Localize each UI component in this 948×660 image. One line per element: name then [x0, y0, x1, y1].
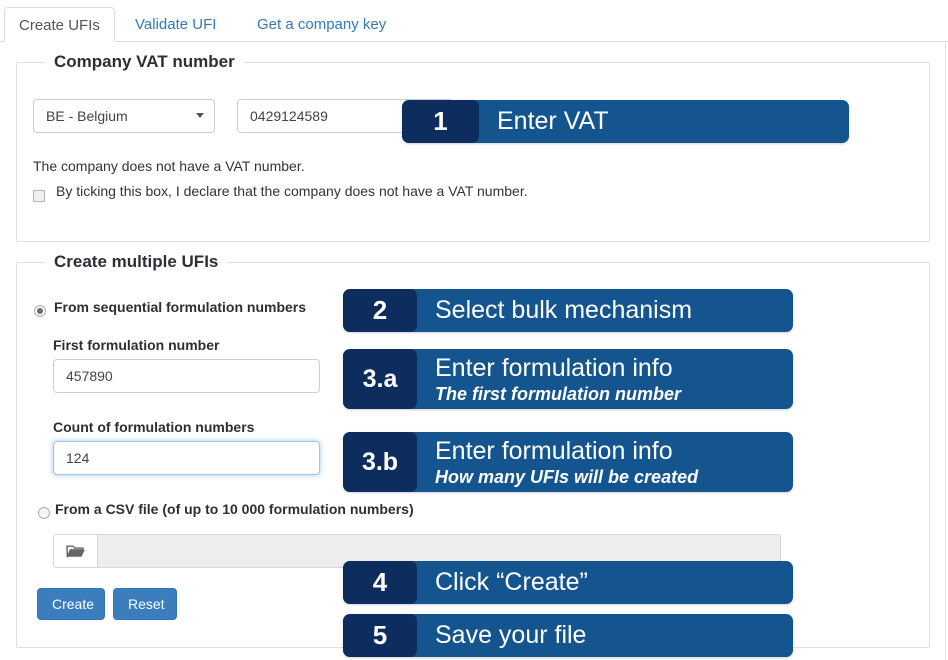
reset-button[interactable]: Reset: [113, 588, 177, 620]
count-formulation-numbers-label: Count of formulation numbers: [53, 419, 255, 435]
first-formulation-number-label: First formulation number: [53, 337, 220, 353]
count-formulation-numbers-input[interactable]: 124: [53, 441, 320, 475]
callout-step-5-body: Save your file: [417, 614, 793, 657]
callout-step-3b-body: Enter formulation info How many UFIs wil…: [417, 432, 793, 492]
tab-bar: Create UFIs Validate UFI Get a company k…: [0, 0, 948, 42]
folder-open-icon: [66, 545, 85, 558]
file-browse-button[interactable]: [54, 535, 98, 567]
radio-from-csv-label: From a CSV file (of up to 10 000 formula…: [55, 501, 414, 517]
callout-step-1: 1 Enter VAT: [402, 100, 849, 143]
callout-step-1-title: Enter VAT: [497, 107, 609, 135]
callout-step-3a-title: Enter formulation info: [435, 353, 673, 382]
callout-step-2-title: Select bulk mechanism: [435, 296, 693, 324]
create-multiple-ufis-legend: Create multiple UFIs: [45, 252, 228, 272]
tab-get-company-key[interactable]: Get a company key: [243, 7, 400, 42]
first-formulation-number-input[interactable]: 457890: [53, 359, 320, 393]
radio-from-sequential-label: From sequential formulation numbers: [54, 299, 307, 315]
callout-step-2: 2 Select bulk mechanism: [343, 289, 793, 332]
callout-step-1-number: 1: [402, 100, 479, 143]
country-select[interactable]: BE - Belgium: [33, 99, 215, 133]
callout-step-3a-subtitle: The first formulation number: [435, 383, 682, 404]
chevron-down-icon: [196, 113, 204, 118]
callout-step-3a-number: 3.a: [343, 349, 417, 409]
callout-step-5-title: Save your file: [435, 621, 587, 649]
callout-step-1-body: Enter VAT: [479, 100, 849, 143]
callout-step-4-title: Click “Create”: [435, 568, 588, 596]
callout-step-5: 5 Save your file: [343, 614, 793, 657]
callout-step-2-number: 2: [343, 289, 417, 332]
callout-step-4-number: 4: [343, 561, 417, 604]
company-vat-legend: Company VAT number: [45, 52, 244, 72]
country-select-value: BE - Belgium: [46, 108, 128, 124]
callout-step-3a: 3.a Enter formulation info The first for…: [343, 349, 793, 409]
callout-step-3b-title: Enter formulation info: [435, 436, 673, 465]
no-vat-statement: The company does not have a VAT number.: [33, 158, 305, 174]
no-vat-checkbox-label: By ticking this box, I declare that the …: [56, 183, 528, 199]
callout-step-3b-subtitle: How many UFIs will be created: [435, 466, 699, 487]
company-vat-fieldset: Company VAT number BE - Belgium 04291245…: [16, 52, 930, 242]
callout-step-3b: 3.b Enter formulation info How many UFIs…: [343, 432, 793, 492]
callout-step-2-body: Select bulk mechanism: [417, 289, 793, 332]
tab-create-ufis[interactable]: Create UFIs: [4, 7, 115, 42]
create-button[interactable]: Create: [37, 588, 105, 620]
radio-from-sequential[interactable]: [34, 305, 46, 317]
callout-step-3b-number: 3.b: [343, 432, 417, 492]
callout-step-4: 4 Click “Create”: [343, 561, 793, 604]
radio-from-csv[interactable]: [38, 507, 50, 519]
no-vat-checkbox[interactable]: [33, 190, 45, 202]
tab-validate-ufi[interactable]: Validate UFI: [121, 7, 230, 42]
callout-step-5-number: 5: [343, 614, 417, 657]
callout-step-3a-body: Enter formulation info The first formula…: [417, 349, 793, 409]
callout-step-4-body: Click “Create”: [417, 561, 793, 604]
